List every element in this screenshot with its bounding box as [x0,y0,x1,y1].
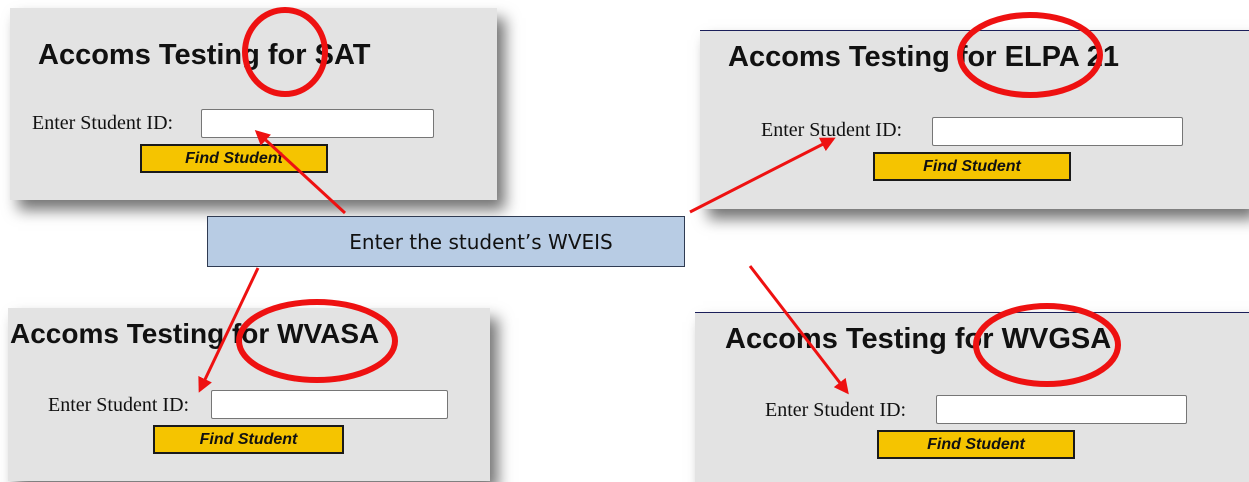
wvgsa-find-student-button[interactable]: Find Student [877,430,1075,459]
elpa-find-student-button[interactable]: Find Student [873,152,1071,181]
callout-text: Enter the student’s WVEIS [349,229,613,254]
elpa-panel-title: Accoms Testing for ELPA 21 [728,41,1120,73]
sat-panel-title: Accoms Testing for SAT [38,39,371,71]
wvgsa-student-id-label: Enter Student ID: [765,399,907,421]
wvasa-find-student-button[interactable]: Find Student [153,425,344,454]
elpa-student-id-input[interactable] [932,117,1183,146]
wveis-callout: Enter the student’s WVEIS [207,216,685,267]
sat-student-id-label: Enter Student ID: [32,112,174,134]
wvgsa-panel-title: Accoms Testing for WVGSA [725,323,1112,355]
sat-panel: Accoms Testing for SAT Enter Student ID:… [10,8,497,200]
elpa-panel: Accoms Testing for ELPA 21 Enter Student… [700,30,1249,209]
wvasa-panel-title: Accoms Testing for WVASA [10,318,380,349]
wvgsa-student-id-input[interactable] [936,395,1187,424]
elpa-student-id-label: Enter Student ID: [761,119,903,141]
wvasa-student-id-input[interactable] [211,390,448,419]
wvasa-panel: Accoms Testing for WVASA Enter Student I… [8,308,490,481]
sat-student-id-input[interactable] [201,109,434,138]
wvasa-student-id-label: Enter Student ID: [48,394,190,416]
wvgsa-panel: Accoms Testing for WVGSA Enter Student I… [695,312,1249,482]
sat-find-student-button[interactable]: Find Student [140,144,328,173]
